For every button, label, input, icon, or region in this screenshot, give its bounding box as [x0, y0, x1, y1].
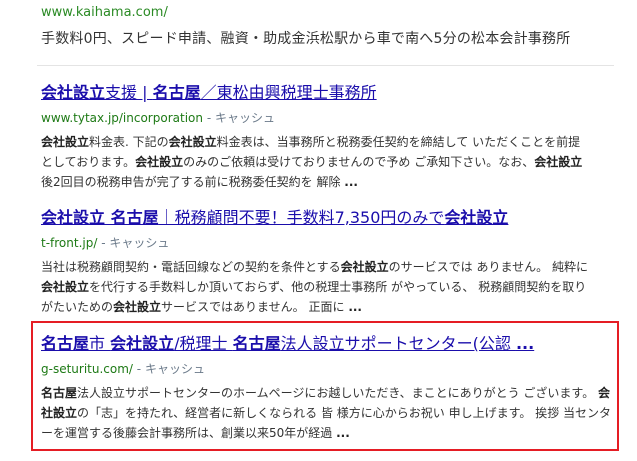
highlight-box: [31, 321, 619, 451]
snippet-line: 後2回目の税務申告が完了する前に税務委任契約を 解除 ...: [41, 172, 611, 192]
snippet-segment: サービスではありません。 正面に: [161, 300, 349, 314]
snippet-segment: 会社設立: [168, 135, 217, 149]
snippet-segment: のみのご依頼は受けておりませんので予め ご承知下さい。なお、: [183, 155, 535, 169]
search-result: 会社設立支援 | 名古屋／東松由興税理士事務所 www.tytax.jp/inc…: [41, 83, 611, 192]
result-snippet: 会社設立料金表. 下記の会社設立料金表は、当事務所と税務委任契約を締結して いた…: [41, 132, 611, 192]
title-segment: 会社設立 名古屋: [41, 208, 159, 227]
snippet-segment: 料金表. 下記の: [89, 135, 169, 149]
title-segment: 会社設立: [444, 208, 509, 227]
result-title-link[interactable]: 会社設立 名古屋｜税務顧問不要！手数料7,350円のみで会社設立: [41, 208, 611, 228]
snippet-segment: ...: [344, 175, 358, 189]
snippet-line: がたいための会社設立サービスではありません。 正面に ...: [41, 297, 611, 317]
snippet-segment: 会社設立: [534, 155, 583, 169]
snippet-segment: としております。: [41, 155, 136, 169]
result-url: www.tytax.jp/incorporation: [41, 111, 203, 125]
snippet-segment: 会社設立: [113, 300, 162, 314]
title-segment: 支援 |: [105, 83, 153, 102]
snippet-segment: 料金表は、当事務所と税務委任契約を締結して いただくことを前提: [216, 135, 581, 149]
snippet-segment: ...: [348, 300, 362, 314]
result-snippet: 当社は税務顧問契約・電話回線などの契約を条件とする会社設立のサービスでは ありま…: [41, 257, 611, 317]
result-url-line: t-front.jp/ - キャッシュ: [41, 236, 170, 250]
cache-link[interactable]: キャッシュ: [215, 111, 275, 125]
ad-url[interactable]: www.kaihama.com/: [41, 5, 168, 20]
snippet-segment: 会社設立: [340, 260, 389, 274]
snippet-segment: 当社は税務顧問契約・電話回線などの契約を条件とする: [41, 260, 341, 274]
cache-link[interactable]: キャッシュ: [109, 236, 169, 250]
snippet-line: 当社は税務顧問契約・電話回線などの契約を条件とする会社設立のサービスでは ありま…: [41, 257, 611, 277]
snippet-segment: 会社設立: [41, 135, 90, 149]
title-segment: ／東松由興税理士事務所: [200, 83, 377, 102]
ad-description: 手数料0円、スピード申請、融資・助成金浜松駅から車で南へ5分の松本会計事務所: [41, 31, 571, 47]
snippet-line: 会社設立料金表. 下記の会社設立料金表は、当事務所と税務委任契約を締結して いた…: [41, 132, 611, 152]
title-segment: 会社設立: [41, 83, 106, 102]
result-url: t-front.jp/: [41, 236, 98, 250]
snippet-line: 会社設立を代行する手数料しか頂いておらず、他の税理士事務所 がやっている、 税務…: [41, 277, 611, 297]
result-url-line: www.tytax.jp/incorporation - キャッシュ: [41, 111, 275, 125]
search-result: 会社設立 名古屋｜税務顧問不要！手数料7,350円のみで会社設立 t-front…: [41, 208, 611, 317]
title-segment: ｜税務顧問不要！手数料7,350円のみで: [158, 208, 445, 227]
snippet-segment: のサービスでは ありません。 純粋に: [388, 260, 588, 274]
snippet-line: としております。会社設立のみのご依頼は受けておりませんので予め ご承知下さい。な…: [41, 152, 611, 172]
title-segment: 名古屋: [152, 83, 201, 102]
snippet-segment: がたいための: [41, 300, 114, 314]
snippet-segment: 会社設立: [41, 280, 90, 294]
snippet-segment: を代行する手数料しか頂いておらず、他の税理士事務所 がやっている、 税務顧問契約…: [89, 280, 587, 294]
result-title-link[interactable]: 会社設立支援 | 名古屋／東松由興税理士事務所: [41, 83, 611, 103]
divider: [37, 65, 614, 66]
snippet-segment: 会社設立: [135, 155, 184, 169]
snippet-segment: 後2回目の税務申告が完了する前に税務委任契約を 解除: [41, 175, 345, 189]
